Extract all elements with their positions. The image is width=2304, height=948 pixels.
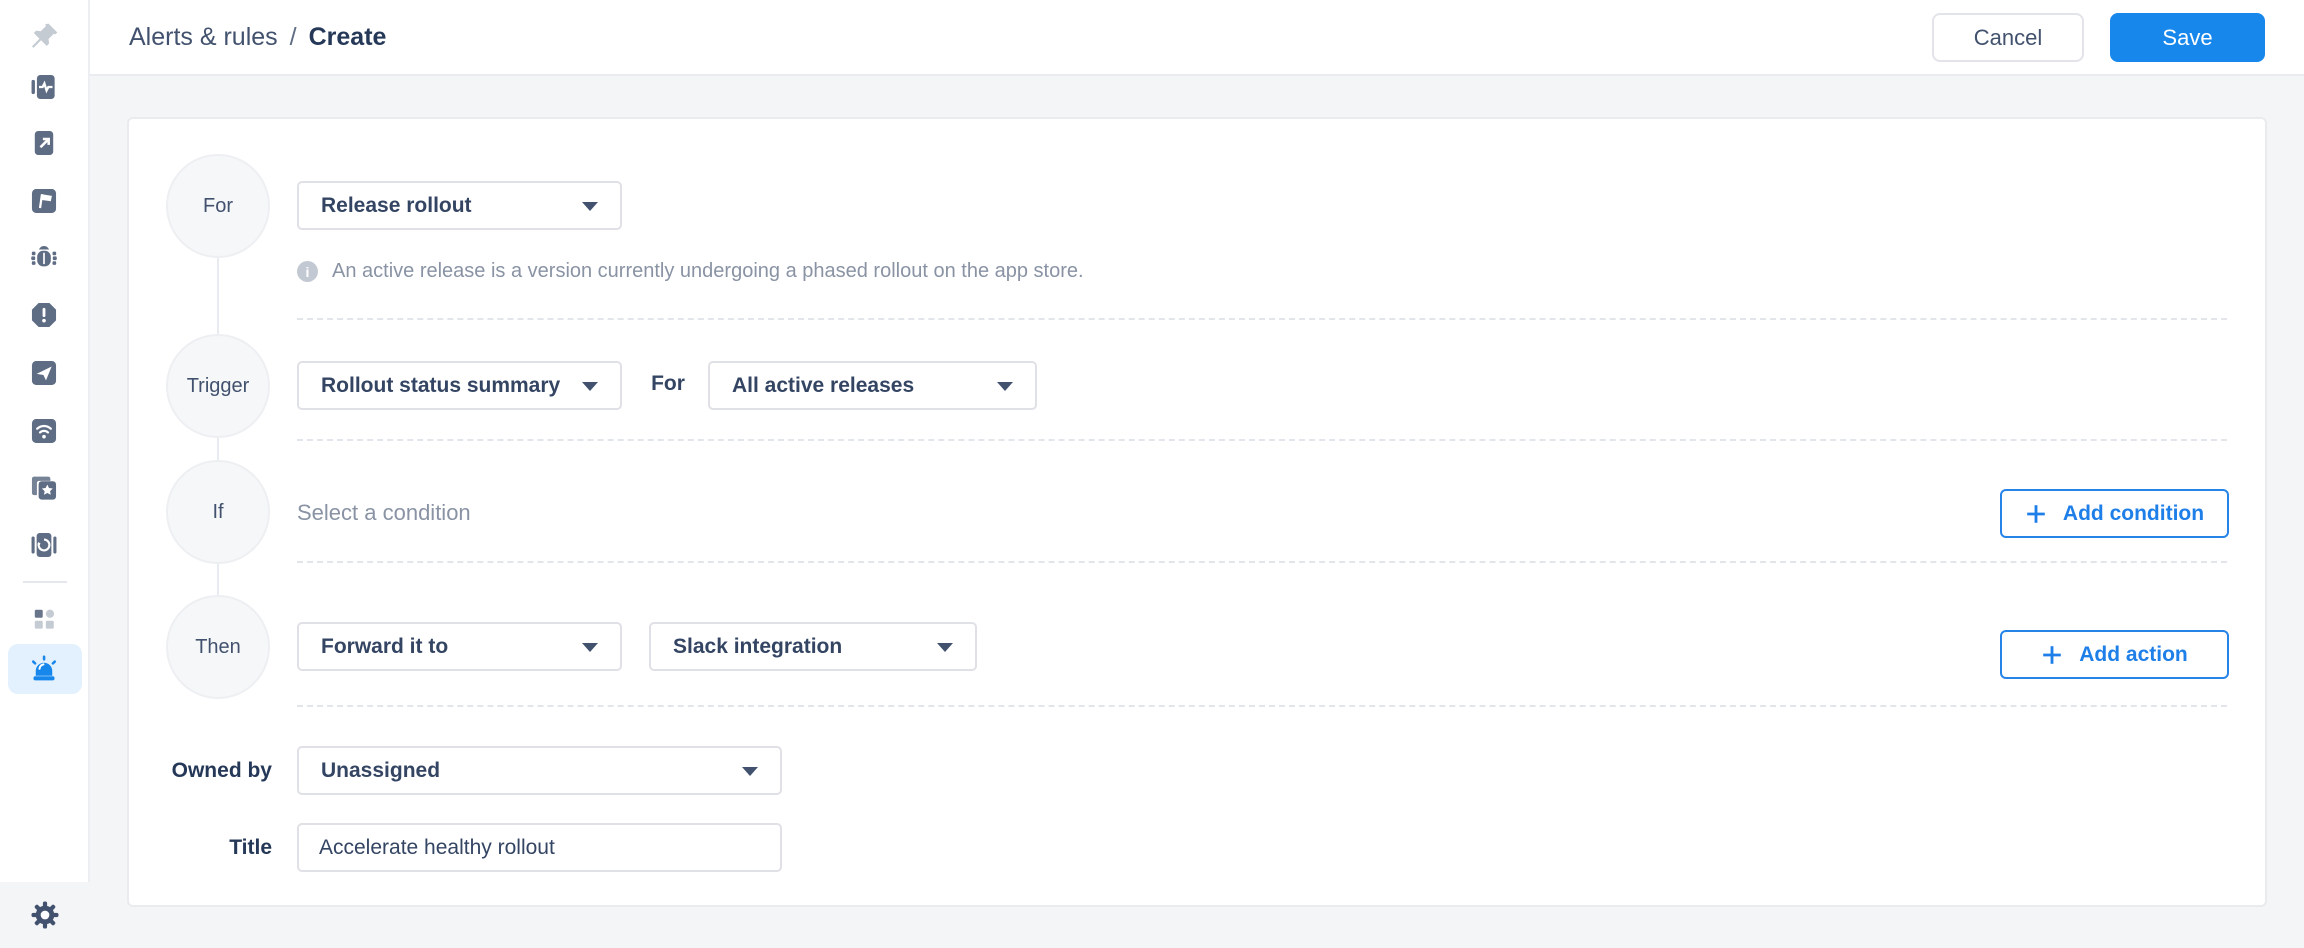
chevron-down-icon <box>742 766 758 776</box>
app-performance-icon[interactable] <box>24 67 64 107</box>
plus-icon <box>2027 504 2045 523</box>
apps-grid-icon[interactable] <box>24 599 64 639</box>
step-badge-then-label: Then <box>195 635 241 658</box>
step-badge-for-label: For <box>203 194 233 217</box>
action-target-select-value: Slack integration <box>673 634 843 658</box>
action-type-select[interactable]: Forward it to <box>297 622 622 671</box>
section-divider <box>297 318 2227 320</box>
feature-flags-icon[interactable] <box>24 181 64 221</box>
chevron-down-icon <box>582 201 598 211</box>
condition-placeholder: Select a condition <box>297 500 471 525</box>
helper-note: An active release is a version currently… <box>297 260 1084 283</box>
section-divider <box>297 705 2227 707</box>
chevron-down-icon <box>937 642 953 652</box>
action-target-select[interactable]: Slack integration <box>649 622 977 671</box>
step-badge-for: For <box>166 154 270 258</box>
owned-by-label: Owned by <box>171 759 272 782</box>
title-input[interactable] <box>297 823 782 872</box>
chevron-down-icon <box>582 642 598 652</box>
section-divider <box>297 439 2227 441</box>
entity-select[interactable]: Release rollout <box>297 181 622 230</box>
add-condition-label: Add condition <box>2062 501 2205 525</box>
step-badge-if-label: If <box>212 500 224 523</box>
breadcrumb: Alerts & rules / Create <box>129 23 386 52</box>
breadcrumb-parent-link[interactable]: Alerts & rules <box>129 23 278 52</box>
alerts-icon[interactable] <box>24 649 64 689</box>
section-divider <box>297 561 2227 563</box>
add-action-label: Add action <box>2079 642 2188 666</box>
owner-select-value: Unassigned <box>321 758 441 782</box>
chevron-down-icon <box>997 381 1013 391</box>
info-icon <box>297 261 318 282</box>
page-header: Alerts & rules / Create Cancel Save <box>90 0 2304 76</box>
trigger-for-label: For <box>651 372 685 395</box>
sidebar <box>0 0 90 882</box>
surveys-icon[interactable] <box>24 353 64 393</box>
add-action-button[interactable]: Add action <box>2000 630 2229 679</box>
rule-builder-card: For Release rollout An active release is… <box>127 117 2267 907</box>
trigger-scope-select[interactable]: All active releases <box>708 361 1037 410</box>
settings-gear-icon[interactable] <box>0 893 90 937</box>
save-button[interactable]: Save <box>2110 13 2265 62</box>
cancel-button[interactable]: Cancel <box>1932 13 2084 62</box>
step-badge-then: Then <box>166 595 270 699</box>
trigger-type-select[interactable]: Rollout status summary <box>297 361 622 410</box>
step-badge-trigger: Trigger <box>166 334 270 438</box>
bug-reports-icon[interactable] <box>24 237 64 277</box>
network-icon[interactable] <box>24 411 64 451</box>
app-ratings-icon[interactable] <box>24 468 64 508</box>
title-label: Title <box>229 836 272 859</box>
step-badge-if: If <box>166 460 270 564</box>
page-title: Create <box>308 22 387 51</box>
step-badge-trigger-label: Trigger <box>186 374 250 397</box>
add-condition-button[interactable]: Add condition <box>2000 489 2229 538</box>
chevron-down-icon <box>582 381 598 391</box>
owner-select[interactable]: Unassigned <box>297 746 782 795</box>
app-launch-icon[interactable] <box>24 123 64 163</box>
trigger-type-select-value: Rollout status summary <box>321 373 561 397</box>
crashes-icon[interactable] <box>24 295 64 335</box>
pin-icon[interactable] <box>24 17 64 57</box>
plus-icon <box>2043 645 2062 664</box>
sidebar-divider <box>23 581 67 583</box>
breadcrumb-separator: / <box>289 22 297 51</box>
releases-icon[interactable] <box>24 525 64 565</box>
helper-text: An active release is a version currently… <box>332 260 1084 282</box>
action-type-select-value: Forward it to <box>321 634 449 658</box>
entity-select-value: Release rollout <box>321 193 472 217</box>
trigger-scope-select-value: All active releases <box>732 373 915 397</box>
